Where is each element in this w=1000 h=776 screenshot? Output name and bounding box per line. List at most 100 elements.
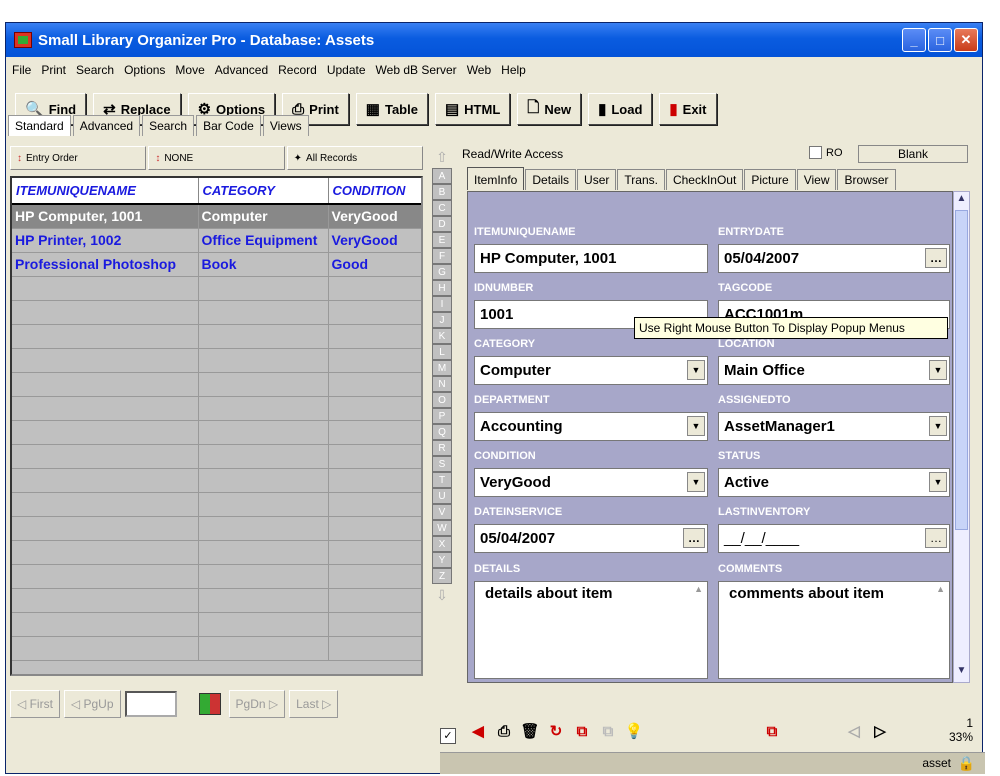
alpha-index-x[interactable]: X [432, 536, 452, 552]
date-picker-button[interactable]: … [925, 248, 947, 268]
status-select[interactable]: Active ▼ [718, 468, 950, 497]
tab-bar-code[interactable]: Bar Code [196, 115, 261, 136]
menu-help[interactable]: Help [501, 63, 526, 77]
menu-web-db-server[interactable]: Web dB Server [376, 63, 457, 77]
alpha-index-d[interactable]: D [432, 216, 452, 232]
new-button[interactable]: 🗋 New [517, 93, 582, 125]
table-row-empty[interactable] [12, 348, 421, 373]
dateinservice-field[interactable]: 05/04/2007… [474, 524, 708, 553]
table-row[interactable]: HP Computer, 1001 Computer VeryGood [12, 204, 421, 229]
close-button[interactable]: ✕ [954, 28, 978, 52]
html-button[interactable]: ▤ HTML [434, 93, 511, 125]
assignedto-select[interactable]: AssetManager1 ▼ [718, 412, 950, 441]
alpha-index-c[interactable]: C [432, 200, 452, 216]
table-row-empty[interactable] [12, 636, 421, 661]
alpha-index-z[interactable]: Z [432, 568, 452, 584]
form-scrollbar[interactable]: ▲ ▼ [953, 191, 970, 683]
chevron-down-icon[interactable]: ▼ [929, 472, 947, 492]
load-button[interactable]: ▮ Load [588, 93, 653, 125]
date-picker-button[interactable]: … [925, 528, 947, 548]
alpha-index-j[interactable]: J [432, 312, 452, 328]
table-row-empty[interactable] [12, 540, 421, 565]
table-row-empty[interactable] [12, 588, 421, 613]
paste-record-icon[interactable]: ⧉ [597, 720, 619, 742]
copy-record-icon[interactable]: ⧉ [571, 720, 593, 742]
alpha-index-k[interactable]: K [432, 328, 452, 344]
comments-textarea[interactable]: comments about item ▲ [718, 581, 950, 679]
alpha-index-r[interactable]: R [432, 440, 452, 456]
tab-search[interactable]: Search [142, 115, 195, 136]
tab-standard[interactable]: Standard [8, 115, 71, 136]
details-textarea[interactable]: details about item ▲ [474, 581, 708, 679]
alpha-index-i[interactable]: I [432, 296, 452, 312]
date-picker-button[interactable]: … [683, 528, 705, 548]
lightbulb-icon[interactable]: 💡 [623, 720, 645, 742]
alpha-index-g[interactable]: G [432, 264, 452, 280]
table-button[interactable]: ▦ Table [355, 93, 428, 125]
scroll-down-arrow-icon[interactable]: ▼ [954, 665, 969, 681]
pgdn-button[interactable]: PgDn ▷ [228, 690, 286, 718]
alpha-index-u[interactable]: U [432, 488, 452, 504]
first-button[interactable]: ◁ First [10, 690, 60, 718]
chevron-down-icon[interactable]: ▼ [687, 416, 705, 436]
exit-button[interactable]: ▮ Exit [659, 93, 717, 125]
scroll-up-icon[interactable]: ▲ [694, 584, 703, 594]
column-header-condition[interactable]: CONDITION [328, 178, 421, 205]
alpha-index-w[interactable]: W [432, 520, 452, 536]
table-row-empty[interactable] [12, 492, 421, 517]
scroll-down-icon[interactable]: ⇩ [432, 584, 452, 606]
duplicate-icon[interactable]: ⧉ [761, 720, 783, 742]
menu-options[interactable]: Options [124, 63, 165, 77]
table-row-empty[interactable] [12, 516, 421, 541]
alpha-index-q[interactable]: Q [432, 424, 452, 440]
alpha-index-l[interactable]: L [432, 344, 452, 360]
all-records-button[interactable]: ✦ All Records [286, 146, 423, 170]
next-record-icon[interactable]: ▷ [869, 720, 891, 742]
chevron-down-icon[interactable]: ▼ [687, 360, 705, 380]
alpha-index-s[interactable]: S [432, 456, 452, 472]
menu-move[interactable]: Move [175, 63, 204, 77]
minimize-button[interactable]: _ [902, 28, 926, 52]
tab-iteminfo[interactable]: ItemInfo [467, 167, 525, 190]
tab-advanced[interactable]: Advanced [72, 115, 141, 136]
table-row-empty[interactable] [12, 420, 421, 445]
table-row-empty[interactable] [12, 324, 421, 349]
tab-views[interactable]: Views [262, 115, 309, 136]
alpha-index-n[interactable]: N [432, 376, 452, 392]
lastinventory-field[interactable]: __/__/____… [718, 524, 950, 553]
alpha-index-v[interactable]: V [432, 504, 452, 520]
back-arrow-icon[interactable]: ◀ [467, 720, 489, 742]
column-header-category[interactable]: CATEGORY [198, 178, 329, 205]
menu-file[interactable]: File [12, 63, 31, 77]
table-row-empty[interactable] [12, 468, 421, 493]
table-row[interactable]: HP Printer, 1002 Office Equipment VeryGo… [12, 228, 421, 253]
tab-browser[interactable]: Browser [837, 169, 896, 190]
itemuniquename-field[interactable]: HP Computer, 1001 [474, 244, 708, 273]
alpha-index-b[interactable]: B [432, 184, 452, 200]
printer-icon[interactable]: ⎙ [493, 720, 515, 742]
abc-icon[interactable] [195, 690, 225, 718]
sync-checkbox[interactable]: ✓ [440, 728, 456, 744]
entrydate-field[interactable]: 05/04/2007… [718, 244, 950, 273]
alpha-index-t[interactable]: T [432, 472, 452, 488]
table-row-empty[interactable] [12, 564, 421, 589]
menu-print[interactable]: Print [41, 63, 66, 77]
checkbox-box[interactable] [809, 146, 822, 159]
entry-order-button[interactable]: ↕ Entry Order [10, 146, 147, 170]
condition-select[interactable]: VeryGood ▼ [474, 468, 708, 497]
pgup-button[interactable]: ◁ PgUp [63, 690, 121, 718]
menu-update[interactable]: Update [327, 63, 366, 77]
alpha-index-e[interactable]: E [432, 232, 452, 248]
column-header-itemuniquename[interactable]: ITEMUNIQUENAME [12, 178, 199, 205]
scroll-up-icon[interactable]: ⇧ [432, 146, 452, 168]
menu-record[interactable]: Record [278, 63, 317, 77]
scroll-up-icon[interactable]: ▲ [936, 584, 945, 594]
alpha-index-a[interactable]: A [432, 168, 452, 184]
title-bar[interactable]: Small Library Organizer Pro - Database: … [6, 23, 982, 57]
chevron-down-icon[interactable]: ▼ [929, 360, 947, 380]
tab-picture[interactable]: Picture [744, 169, 796, 190]
trash-icon[interactable]: 🗑 [519, 720, 541, 742]
tab-view[interactable]: View [796, 169, 837, 190]
alpha-index-y[interactable]: Y [432, 552, 452, 568]
alpha-index-f[interactable]: F [432, 248, 452, 264]
